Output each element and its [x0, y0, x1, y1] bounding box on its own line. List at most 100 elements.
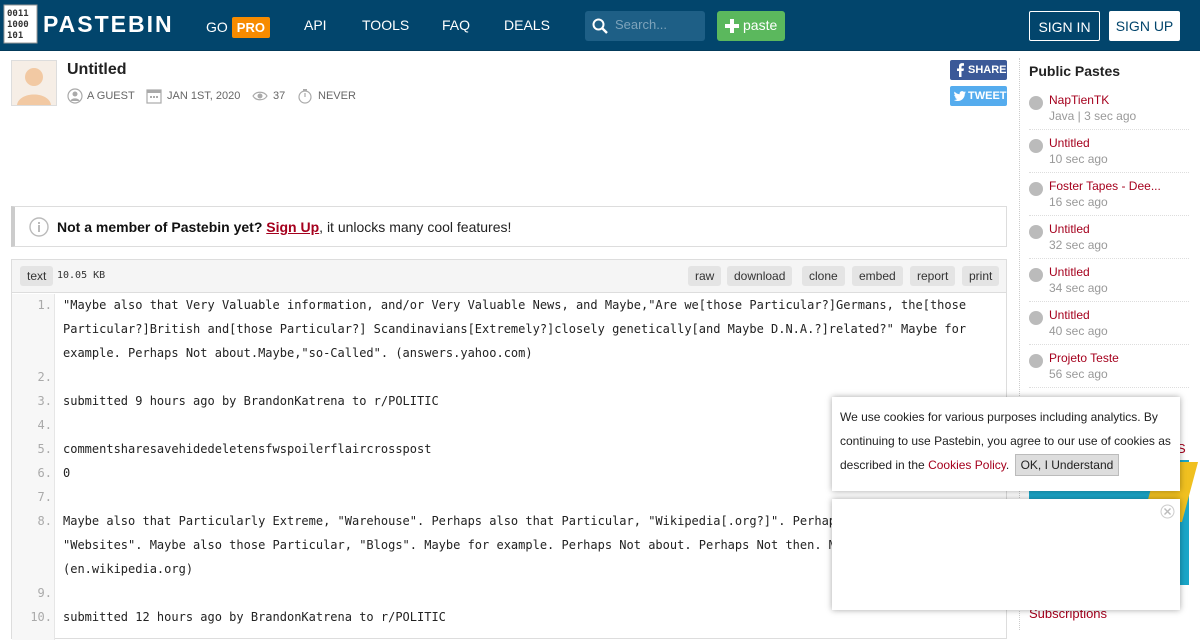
cookie-ok-button[interactable]: OK, I Understand	[1014, 454, 1120, 476]
globe-icon	[1029, 182, 1043, 196]
paste-title: Untitled	[67, 61, 127, 78]
public-paste-meta: 56 sec ago	[1049, 367, 1108, 381]
tweet-label: TWEET	[968, 90, 1007, 102]
public-paste-meta: 16 sec ago	[1049, 195, 1108, 209]
globe-icon	[1029, 354, 1043, 368]
timer-icon	[298, 89, 312, 104]
line-number: 8.	[37, 514, 52, 528]
globe-icon	[1029, 311, 1043, 325]
public-paste-name[interactable]: NapTienTK	[1049, 93, 1109, 107]
search-input[interactable]	[615, 17, 700, 32]
nav-api[interactable]: API	[304, 17, 327, 33]
close-icon[interactable]	[1160, 504, 1175, 519]
line-number: 1.	[37, 298, 52, 312]
notice-signup-link[interactable]: Sign Up	[266, 219, 319, 235]
cookie-period: .	[1005, 458, 1010, 472]
line-number: 6.	[37, 466, 52, 480]
guest-avatar	[11, 60, 57, 106]
eye-icon	[252, 91, 268, 101]
pastebin-logo-icon[interactable]: 0011 1000 101	[3, 4, 38, 44]
notice-text: Not a member of Pastebin yet? Sign Up, i…	[57, 219, 511, 235]
code-line: "Maybe also that Very Valuable informati…	[63, 298, 967, 312]
logo-digits-2: 1000	[7, 20, 29, 30]
cookie-banner: We use cookies for various purposes incl…	[832, 397, 1180, 491]
public-paste-name[interactable]: Untitled	[1049, 265, 1090, 279]
line-number: 5.	[37, 442, 52, 456]
divider	[1029, 215, 1189, 216]
clone-button[interactable]: clone	[802, 266, 845, 286]
twitter-tweet-button[interactable]: TWEET	[950, 86, 1007, 106]
divider	[1029, 387, 1189, 388]
nav-deals[interactable]: DEALS	[504, 17, 550, 33]
nav-tools[interactable]: TOOLS	[362, 17, 409, 33]
ad-overlay-box	[832, 499, 1180, 610]
paste-date: JAN 1ST, 2020	[167, 90, 241, 102]
syntax-tag[interactable]: text	[20, 266, 54, 286]
public-paste-name[interactable]: Untitled	[1049, 136, 1090, 150]
public-paste-meta: Java | 3 sec ago	[1049, 109, 1137, 123]
print-button[interactable]: print	[962, 266, 1000, 286]
nav-faq[interactable]: FAQ	[442, 17, 470, 33]
logo-digits-1: 0011	[7, 9, 29, 19]
search-icon[interactable]	[592, 18, 608, 34]
divider	[1029, 301, 1189, 302]
embed-button[interactable]: embed	[852, 266, 903, 286]
public-paste-meta: 32 sec ago	[1049, 238, 1108, 252]
paste-author[interactable]: A GUEST	[87, 90, 135, 102]
paste-expiry: NEVER	[318, 90, 356, 102]
facebook-share-button[interactable]: SHARE	[950, 60, 1007, 80]
globe-icon	[1029, 139, 1043, 153]
public-paste-meta: 40 sec ago	[1049, 324, 1108, 338]
info-icon	[29, 217, 49, 237]
logo-digits-3: 101	[7, 31, 23, 41]
calendar-icon	[146, 89, 162, 104]
new-paste-label: paste	[743, 17, 778, 33]
public-paste-name[interactable]: Projeto Teste	[1049, 351, 1119, 365]
user-icon	[67, 88, 83, 104]
report-button[interactable]: report	[910, 266, 956, 286]
paste-views: 37	[273, 90, 286, 102]
globe-icon	[1029, 96, 1043, 110]
logo-text[interactable]: PASTEBIN	[43, 11, 174, 38]
facebook-icon	[957, 63, 964, 77]
public-paste-meta: 34 sec ago	[1049, 281, 1108, 295]
line-number: 7.	[37, 490, 52, 504]
plus-icon	[725, 19, 739, 33]
twitter-icon	[954, 91, 966, 101]
sign-up-button[interactable]: SIGN UP	[1109, 11, 1180, 41]
nav-go-label: GO	[206, 19, 228, 35]
cookies-policy-link[interactable]: Cookies Policy	[928, 458, 1006, 472]
cookie-text: We use cookies for various purposes incl…	[840, 405, 1174, 477]
line-number: 4.	[37, 418, 52, 432]
public-paste-meta: 10 sec ago	[1049, 152, 1108, 166]
divider	[1029, 172, 1189, 173]
notice-prefix: Not a member of Pastebin yet?	[57, 219, 263, 235]
divider	[1029, 258, 1189, 259]
line-number: 2.	[37, 370, 52, 384]
code-line: Particular?]British and[those Particular…	[63, 322, 967, 336]
line-number: 10.	[30, 610, 52, 624]
public-paste-name[interactable]: Untitled	[1049, 308, 1090, 322]
search-box	[585, 11, 705, 41]
paste-size: 10.05 KB	[57, 270, 106, 281]
share-label: SHARE	[968, 64, 1007, 76]
notice-suffix: , it unlocks many cool features!	[319, 219, 512, 235]
raw-button[interactable]: raw	[688, 266, 722, 286]
public-paste-name[interactable]: Foster Tapes - Dee...	[1049, 179, 1161, 193]
line-number: 3.	[37, 394, 52, 408]
divider	[1029, 129, 1189, 130]
code-line: example. Perhaps Not about.Maybe,"so-Cal…	[63, 346, 533, 360]
signup-notice: Not a member of Pastebin yet? Sign Up, i…	[11, 206, 1007, 247]
nav-go-pro[interactable]: GO PRO	[206, 17, 270, 38]
code-toolbar: text 10.05 KB raw download clone embed r…	[12, 260, 1006, 293]
line-number: 9.	[37, 586, 52, 600]
sign-in-button[interactable]: SIGN IN	[1029, 11, 1100, 41]
top-bar: 0011 1000 101 PASTEBIN GO PRO API TOOLS F…	[0, 0, 1200, 51]
public-paste-name[interactable]: Untitled	[1049, 222, 1090, 236]
download-button[interactable]: download	[727, 266, 793, 286]
code-line: submitted 12 hours ago by BrandonKatrena…	[63, 610, 446, 624]
pro-badge: PRO	[231, 17, 270, 38]
divider	[1029, 344, 1189, 345]
public-pastes-title: Public Pastes	[1029, 63, 1121, 79]
new-paste-button[interactable]: paste	[717, 11, 785, 41]
